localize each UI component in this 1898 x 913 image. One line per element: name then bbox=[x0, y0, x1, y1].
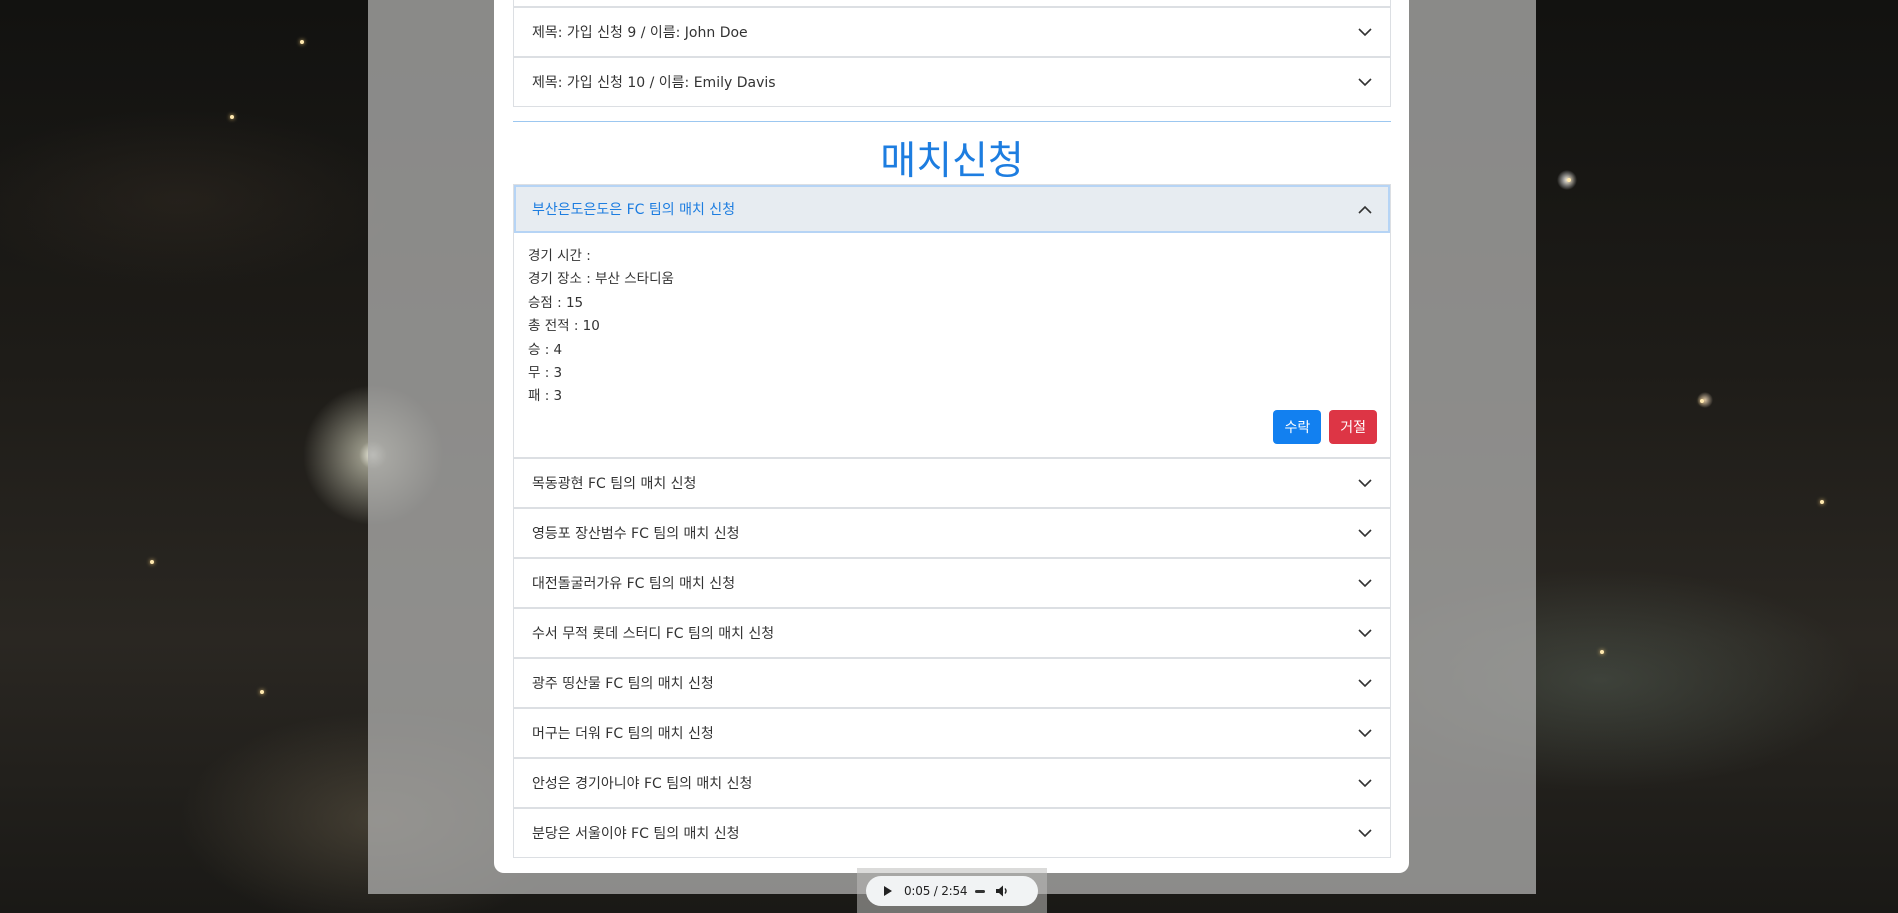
chevron-down-icon bbox=[1358, 526, 1372, 540]
chevron-down-icon bbox=[1358, 476, 1372, 490]
chevron-down-icon bbox=[1358, 726, 1372, 740]
match-item[interactable]: 광주 띵산물 FC 팀의 매치 신청 bbox=[513, 658, 1391, 708]
match-item-label: 머구는 더워 FC 팀의 매치 신청 bbox=[532, 726, 714, 742]
match-wins: 승 : 4 bbox=[528, 341, 563, 358]
audio-player[interactable]: 0:05 / 2:54 bbox=[866, 876, 1038, 906]
match-item-label: 목동광현 FC 팀의 매치 신청 bbox=[532, 476, 697, 492]
match-item-header[interactable]: 부산은도은도은 FC 팀의 매치 신청 bbox=[514, 185, 1390, 233]
accept-button[interactable]: 수락 bbox=[1273, 410, 1322, 444]
match-item[interactable]: 수서 무적 롯데 스터디 FC 팀의 매치 신청 bbox=[513, 608, 1391, 658]
chevron-down-icon bbox=[1358, 826, 1372, 840]
chevron-down-icon bbox=[1358, 25, 1372, 39]
city-light bbox=[1567, 178, 1571, 182]
match-item-label: 분당은 서울이야 FC 팀의 매치 신청 bbox=[532, 826, 740, 842]
match-item[interactable]: 대전돌굴러가유 FC 팀의 매치 신청 bbox=[513, 558, 1391, 608]
chevron-up-icon bbox=[1358, 202, 1372, 216]
city-light bbox=[260, 690, 264, 694]
match-section-title: 매치신청 bbox=[880, 139, 1024, 184]
chevron-down-icon bbox=[1358, 626, 1372, 640]
match-item-label: 광주 띵산물 FC 팀의 매치 신청 bbox=[532, 676, 714, 692]
city-light bbox=[1600, 650, 1604, 654]
match-item[interactable]: 머구는 더워 FC 팀의 매치 신청 bbox=[513, 708, 1391, 758]
match-item[interactable]: 영등포 장산범수 FC 팀의 매치 신청 bbox=[513, 508, 1391, 558]
match-item[interactable]: 안성은 경기아니야 FC 팀의 매치 신청 bbox=[513, 758, 1391, 808]
city-light bbox=[150, 560, 154, 564]
match-draws: 무 : 3 bbox=[528, 365, 563, 382]
chevron-down-icon bbox=[1358, 776, 1372, 790]
match-points: 승점 : 15 bbox=[528, 294, 584, 311]
match-details: 경기 시간 : 경기 장소 : 부산 스타디움 승점 : 15 총 전적 : 1… bbox=[514, 233, 1390, 409]
city-light bbox=[1700, 399, 1704, 403]
signup-item[interactable]: 제목: 가입 신청 10 / 이름: Emily Davis bbox=[513, 57, 1391, 107]
city-light bbox=[1820, 500, 1824, 504]
match-item-label: 수서 무적 롯데 스터디 FC 팀의 매치 신청 bbox=[532, 626, 775, 642]
match-item-label: 영등포 장산범수 FC 팀의 매치 신청 bbox=[532, 526, 740, 542]
section-divider bbox=[513, 121, 1391, 122]
match-item-label: 부산은도은도은 FC 팀의 매치 신청 bbox=[532, 202, 736, 218]
reject-button[interactable]: 거절 bbox=[1329, 410, 1377, 444]
match-venue: 경기 장소 : 부산 스타디움 bbox=[528, 271, 674, 288]
match-item-label: 안성은 경기아니야 FC 팀의 매치 신청 bbox=[532, 776, 753, 792]
city-light bbox=[230, 115, 234, 119]
chevron-down-icon bbox=[1358, 576, 1372, 590]
match-item[interactable]: 목동광현 FC 팀의 매치 신청 bbox=[513, 458, 1391, 508]
signup-item-partial bbox=[513, 0, 1391, 7]
volume-icon[interactable] bbox=[995, 884, 1009, 898]
city-light bbox=[300, 40, 304, 44]
signup-item-label: 제목: 가입 신청 9 / 이름: John Doe bbox=[532, 25, 748, 41]
audio-progress-slider[interactable] bbox=[975, 889, 986, 893]
chevron-down-icon bbox=[1358, 676, 1372, 690]
match-time: 경기 시간 : bbox=[528, 248, 591, 264]
chevron-down-icon bbox=[1358, 75, 1372, 89]
signup-item[interactable]: 제목: 가입 신청 9 / 이름: John Doe bbox=[513, 7, 1391, 57]
audio-time: 0:05 / 2:54 bbox=[904, 884, 968, 898]
match-item-label: 대전돌굴러가유 FC 팀의 매치 신청 bbox=[532, 576, 736, 592]
match-total-record: 총 전적 : 10 bbox=[528, 318, 600, 335]
match-losses: 패 : 3 bbox=[528, 388, 563, 405]
match-item[interactable]: 분당은 서울이야 FC 팀의 매치 신청 bbox=[513, 808, 1391, 858]
match-item-expanded: 부산은도은도은 FC 팀의 매치 신청 경기 시간 : 경기 장소 : 부산 스… bbox=[513, 184, 1391, 458]
signup-item-label: 제목: 가입 신청 10 / 이름: Emily Davis bbox=[532, 75, 776, 91]
play-icon[interactable] bbox=[884, 886, 892, 896]
